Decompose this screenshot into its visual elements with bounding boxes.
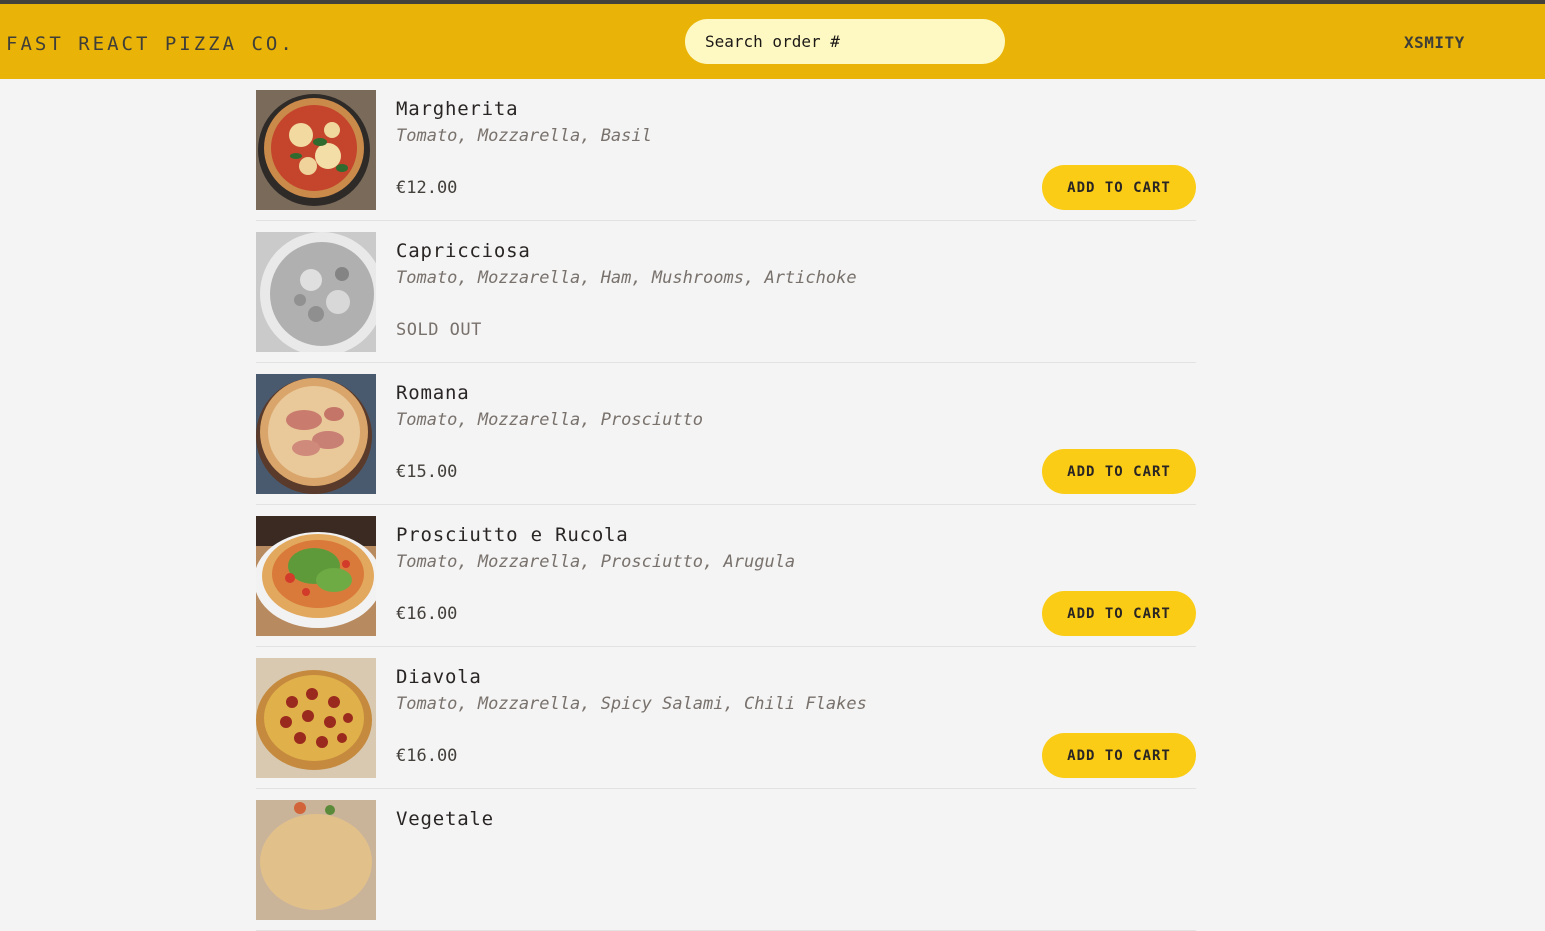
pizza-ingredients: Tomato, Mozzarella, Spicy Salami, Chili … bbox=[396, 694, 867, 714]
pizza-image bbox=[256, 658, 376, 778]
pizza-name: Prosciutto e Rucola bbox=[396, 524, 629, 546]
pizza-ingredients: Tomato, Mozzarella, Prosciutto, Arugula bbox=[396, 552, 796, 572]
add-to-cart-button[interactable]: ADD TO CART bbox=[1042, 591, 1196, 636]
pizza-image bbox=[256, 800, 376, 920]
add-to-cart-button[interactable]: ADD TO CART bbox=[1042, 733, 1196, 778]
menu-item: Margherita Tomato, Mozzarella, Basil €12… bbox=[256, 79, 1196, 221]
menu-list: Margherita Tomato, Mozzarella, Basil €12… bbox=[256, 79, 1196, 931]
menu-item: Prosciutto e Rucola Tomato, Mozzarella, … bbox=[256, 505, 1196, 647]
menu-item: Vegetale bbox=[256, 789, 1196, 931]
pizza-price: €16.00 bbox=[396, 746, 458, 766]
add-to-cart-button[interactable]: ADD TO CART bbox=[1042, 165, 1196, 210]
logo-link[interactable]: FAST REACT PIZZA CO. bbox=[6, 33, 295, 55]
search-order-input[interactable] bbox=[685, 19, 1005, 64]
pizza-price: €15.00 bbox=[396, 462, 458, 482]
pizza-name: Capricciosa bbox=[396, 240, 531, 262]
pizza-name: Romana bbox=[396, 382, 470, 404]
menu-item: Diavola Tomato, Mozzarella, Spicy Salami… bbox=[256, 647, 1196, 789]
pizza-price: €16.00 bbox=[396, 604, 458, 624]
pizza-name: Margherita bbox=[396, 98, 519, 120]
username: XSMITY bbox=[1404, 33, 1465, 52]
pizza-image bbox=[256, 232, 376, 352]
add-to-cart-button[interactable]: ADD TO CART bbox=[1042, 449, 1196, 494]
pizza-name: Diavola bbox=[396, 666, 482, 688]
menu-item: Romana Tomato, Mozzarella, Prosciutto €1… bbox=[256, 363, 1196, 505]
app-header: FAST REACT PIZZA CO. XSMITY bbox=[0, 4, 1545, 79]
pizza-image bbox=[256, 90, 376, 210]
pizza-ingredients: Tomato, Mozzarella, Prosciutto bbox=[396, 410, 704, 430]
pizza-ingredients: Tomato, Mozzarella, Basil bbox=[396, 126, 652, 146]
pizza-ingredients: Tomato, Mozzarella, Ham, Mushrooms, Arti… bbox=[396, 268, 857, 288]
pizza-name: Vegetale bbox=[396, 808, 494, 830]
sold-out-label: SOLD OUT bbox=[396, 320, 482, 340]
menu-item: Capricciosa Tomato, Mozzarella, Ham, Mus… bbox=[256, 221, 1196, 363]
pizza-image bbox=[256, 516, 376, 636]
pizza-price: €12.00 bbox=[396, 178, 458, 198]
pizza-image bbox=[256, 374, 376, 494]
